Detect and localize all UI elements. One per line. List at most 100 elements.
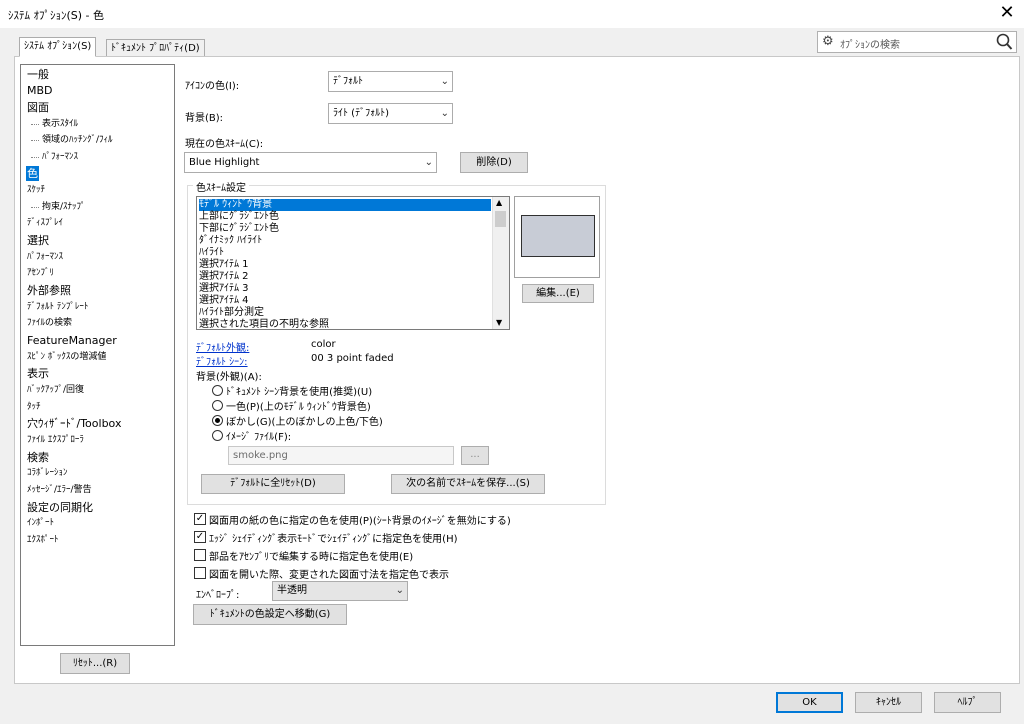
list-item[interactable]: ﾊｲﾗｲﾄ部分測定 [199, 307, 266, 319]
scroll-down-icon[interactable]: ▼ [496, 318, 502, 327]
radio-image-file[interactable] [212, 430, 223, 441]
tree-item-spin-box-increments[interactable]: ｽﾋﾟﾝ ﾎﾞｯｸｽの増減値 [26, 350, 107, 365]
tree-item-default-templates[interactable]: ﾃﾞﾌｫﾙﾄ ﾃﾝﾌﾟﾚｰﾄ [26, 300, 89, 315]
list-item[interactable]: 選択ｱｲﾃﾑ 2 [199, 271, 251, 283]
tree-item-hole-wizard-toolbox[interactable]: 穴ｳｨｻﾞｰﾄﾞ/Toolbox [26, 416, 122, 431]
tree-item-view[interactable]: 表示 [26, 366, 50, 381]
image-file-field[interactable]: smoke.png [228, 446, 454, 465]
list-item[interactable]: ﾀﾞｲﾅﾐｯｸ ﾊｲﾗｲﾄ [199, 235, 264, 247]
tree-item-mbd[interactable]: MBD [26, 83, 54, 98]
tree-item-collaboration[interactable]: ｺﾗﾎﾞﾚｰｼｮﾝ [26, 466, 69, 481]
radio-document-scene-bg-label: ﾄﾞｷｭﾒﾝﾄ ｼｰﾝ背景を使用(推奨)(U) [226, 387, 373, 398]
list-item[interactable]: 選択ｱｲﾃﾑ 4 [199, 295, 251, 307]
help-button[interactable]: ﾍﾙﾌﾟ [934, 692, 1001, 713]
icon-color-value: ﾃﾞﾌｫﾙﾄ [333, 76, 363, 87]
list-item[interactable]: 選択された項目の不明な参照 [199, 319, 331, 329]
list-item[interactable]: ﾊｲﾗｲﾄ [199, 247, 226, 259]
tree-item-synchronize-settings[interactable]: 設定の同期化 [26, 500, 94, 515]
color-swatch [521, 215, 595, 257]
scroll-up-icon[interactable]: ▲ [496, 198, 502, 207]
tree-item-drawings[interactable]: 図面 [26, 100, 50, 115]
save-scheme-as-button[interactable]: 次の名前でｽｷｰﾑを保存...(S) [391, 474, 545, 494]
tree-item-display[interactable]: ﾃﾞｨｽﾌﾟﾚｲ [26, 216, 64, 231]
window-title: ｼｽﾃﾑ ｵﾌﾟｼｮﾝ(S) - 色 [8, 9, 105, 22]
radio-gradient[interactable] [212, 415, 223, 426]
tab-system-options[interactable]: ｼｽﾃﾑ ｵﾌﾟｼｮﾝ(S) [19, 37, 97, 57]
magnifier-icon[interactable] [995, 32, 1013, 52]
icon-color-select[interactable]: ﾃﾞﾌｫﾙﾄ ⌄ [328, 71, 453, 92]
tree-item-performance[interactable]: ﾊﾟﾌｫｰﾏﾝｽ [26, 250, 64, 265]
tree-item-general[interactable]: 一般 [26, 67, 50, 82]
tree-item-export[interactable]: ｴｸｽﾎﾟｰﾄ [26, 533, 60, 548]
checkbox-drawing-paper-color[interactable]: ✓ [194, 513, 206, 525]
scroll-thumb[interactable] [495, 211, 506, 227]
color-scheme-settings-title: 色ｽｷｰﾑ設定 [193, 179, 249, 194]
checkbox-edge-shading-color-label: ｴｯｼﾞ ｼｪｲﾃﾞｨﾝｸﾞ表示ﾓｰﾄﾞでｼｪｲﾃﾞｨﾝｸﾞに指定色を使用(H) [209, 534, 458, 545]
tree-item-touch[interactable]: ﾀｯﾁ [26, 400, 42, 415]
radio-plain-color[interactable] [212, 400, 223, 411]
tab-document-properties[interactable]: ﾄﾞｷｭﾒﾝﾄ ﾌﾟﾛﾊﾟﾃｨ(D) [106, 39, 205, 57]
default-appearance-link[interactable]: ﾃﾞﾌｫﾙﾄ外観: [196, 339, 249, 354]
reset-button[interactable]: ﾘｾｯﾄ...(R) [60, 653, 130, 674]
color-scheme-label: 現在の色ｽｷｰﾑ(C): [185, 139, 264, 150]
listbox-scrollbar[interactable]: ▲ ▼ [492, 197, 509, 329]
tree-item-sketch[interactable]: ｽｹｯﾁ [26, 183, 46, 198]
envelope-label: ｴﾝﾍﾞﾛｰﾌﾟ: [196, 590, 240, 601]
ok-button[interactable]: OK [776, 692, 843, 713]
tree-item-colors[interactable]: 色 [26, 166, 39, 181]
options-tree[interactable]: 一般 MBD 図面 表示ｽﾀｲﾙ 領域のﾊｯﾁﾝｸﾞ/ﾌｨﾙ ﾊﾟﾌｫｰﾏﾝｽ … [20, 64, 175, 646]
background-select[interactable]: ﾗｲﾄ (ﾃﾞﾌｫﾙﾄ) ⌄ [328, 103, 453, 124]
tree-item-assemblies[interactable]: ｱｾﾝﾌﾞﾘ [26, 266, 55, 281]
color-preview [514, 196, 600, 278]
chevron-down-icon: ⌄ [440, 76, 449, 87]
default-appearance-value: color [311, 339, 336, 350]
reset-all-defaults-button[interactable]: ﾃﾞﾌｫﾙﾄに全ﾘｾｯﾄ(D) [201, 474, 345, 494]
go-to-document-colors-button[interactable]: ﾄﾞｷｭﾒﾝﾄの色設定へ移動(G) [193, 604, 347, 625]
tree-item-area-hatch[interactable]: 領域のﾊｯﾁﾝｸﾞ/ﾌｨﾙ [31, 133, 114, 148]
default-scene-link[interactable]: ﾃﾞﾌｫﾙﾄ ｼｰﾝ: [196, 353, 248, 368]
background-label: 背景(B): [185, 113, 224, 124]
tree-item-label: 領域のﾊｯﾁﾝｸﾞ/ﾌｨﾙ [42, 135, 113, 145]
chevron-down-icon: ⌄ [440, 108, 449, 119]
tree-item-label: ﾊﾟﾌｫｰﾏﾝｽ [42, 152, 79, 162]
checkbox-drawing-paper-color-label: 図面用の紙の色に指定の色を使用(P)(ｼｰﾄ背景のｲﾒｰｼﾞを無効にする) [209, 516, 511, 527]
cancel-button[interactable]: ｷｬﾝｾﾙ [855, 692, 922, 713]
delete-scheme-button[interactable]: 削除(D) [460, 152, 528, 173]
tree-item-selection[interactable]: 選択 [26, 233, 50, 248]
close-icon[interactable]: ✕ [996, 2, 1018, 24]
checkbox-edge-shading-color[interactable]: ✓ [194, 531, 206, 543]
color-scheme-listbox[interactable]: ﾓﾃﾞﾙ ｳｨﾝﾄﾞｳ背景 上部にｸﾞﾗｼﾞｴﾝﾄ色 下部にｸﾞﾗｼﾞｴﾝﾄ色 … [196, 196, 510, 330]
tree-item-file-locations[interactable]: ﾌｧｲﾙの検索 [26, 316, 73, 331]
list-item[interactable]: ﾓﾃﾞﾙ ｳｨﾝﾄﾞｳ背景 [199, 199, 491, 211]
checkbox-edit-part-color[interactable] [194, 549, 206, 561]
tree-item-external-references[interactable]: 外部参照 [26, 283, 72, 298]
tree-item-backup-recover[interactable]: ﾊﾞｯｸｱｯﾌﾟ/回復 [26, 383, 85, 398]
list-item[interactable]: 下部にｸﾞﾗｼﾞｴﾝﾄ色 [199, 223, 281, 235]
tree-item-relations-snaps[interactable]: 拘束/ｽﾅｯﾌﾟ [31, 200, 87, 215]
tree-item-featuremanager[interactable]: FeatureManager [26, 333, 118, 348]
tree-item-import[interactable]: ｲﾝﾎﾟｰﾄ [26, 516, 55, 531]
list-item[interactable]: 選択ｱｲﾃﾑ 3 [199, 283, 251, 295]
tree-item-file-explorer[interactable]: ﾌｧｲﾙ ｴｸｽﾌﾟﾛｰﾗ [26, 433, 85, 448]
chevron-down-icon: ⌄ [395, 585, 404, 596]
envelope-select[interactable]: 半透明 ⌄ [272, 581, 408, 601]
background-value: ﾗｲﾄ (ﾃﾞﾌｫﾙﾄ) [333, 108, 389, 119]
tree-item-display-style[interactable]: 表示ｽﾀｲﾙ [30, 117, 79, 132]
edit-color-button[interactable]: 編集...(E) [522, 284, 594, 303]
color-scheme-select[interactable]: Blue Highlight ⌄ [184, 152, 437, 173]
radio-image-file-label: ｲﾒｰｼﾞ ﾌｧｲﾙ(F): [226, 432, 292, 443]
browse-button[interactable]: ... [461, 446, 489, 465]
radio-document-scene-bg[interactable] [212, 385, 223, 396]
checkbox-modified-dimension-color[interactable] [194, 567, 206, 579]
check-icon: ✓ [195, 513, 205, 524]
list-item[interactable]: 選択ｱｲﾃﾑ 1 [199, 259, 251, 271]
default-scene-value: 00 3 point faded [311, 353, 394, 364]
tree-item-search[interactable]: 検索 [26, 450, 50, 465]
option-search-box[interactable]: ⚙ ｵﾌﾟｼｮﾝの検索 [817, 31, 1017, 53]
tree-item-messages-errors-warnings[interactable]: ﾒｯｾｰｼﾞ/ｴﾗｰ/警告 [26, 483, 93, 498]
envelope-value: 半透明 [277, 585, 307, 596]
background-appearance-label: 背景(外観)(A): [196, 372, 262, 383]
list-item[interactable]: 上部にｸﾞﾗｼﾞｴﾝﾄ色 [199, 211, 281, 223]
tree-item-drawing-performance[interactable]: ﾊﾟﾌｫｰﾏﾝｽ [30, 150, 79, 165]
radio-gradient-label: ぼかし(G)(上のぼかしの上色/下色) [226, 417, 383, 428]
